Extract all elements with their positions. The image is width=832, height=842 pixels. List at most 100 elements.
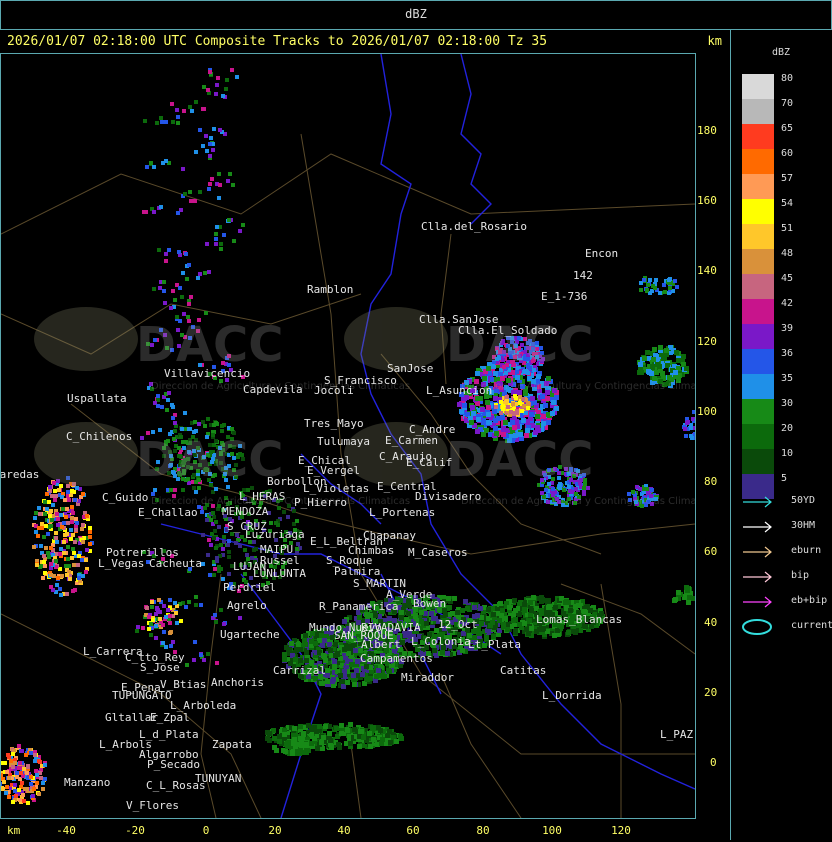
echo-cell bbox=[216, 76, 220, 80]
place-label: MENDOZA bbox=[222, 505, 269, 518]
echo-cell bbox=[65, 592, 69, 596]
echo-cell bbox=[43, 777, 47, 781]
echo-cell bbox=[446, 596, 451, 601]
echo-cell bbox=[70, 556, 74, 560]
echo-cell bbox=[328, 738, 333, 743]
echo-cell bbox=[47, 555, 51, 559]
echo-cell bbox=[152, 165, 156, 169]
echo-cell bbox=[371, 737, 376, 742]
echo-cell bbox=[11, 752, 15, 756]
echo-cell bbox=[217, 172, 221, 176]
echo-cell bbox=[183, 411, 187, 415]
echo-cell bbox=[207, 538, 211, 542]
echo-cell bbox=[214, 520, 218, 524]
echo-cell bbox=[686, 420, 690, 424]
echo-cell bbox=[54, 531, 58, 535]
x-tick-label: 100 bbox=[542, 824, 562, 837]
echo-cell bbox=[535, 414, 540, 419]
echo-cell bbox=[241, 223, 245, 227]
echo-cell bbox=[62, 521, 66, 525]
echo-cell bbox=[33, 516, 37, 520]
echo-cell bbox=[472, 605, 477, 610]
echo-cell bbox=[46, 551, 50, 555]
place-label: Zapata bbox=[212, 738, 252, 751]
echo-cell bbox=[554, 406, 559, 411]
echo-cell bbox=[272, 736, 277, 741]
echo-cell bbox=[171, 289, 175, 293]
echo-cell bbox=[73, 498, 77, 502]
echo-cell bbox=[194, 603, 198, 607]
echo-cell bbox=[658, 291, 662, 295]
place-label: Paredas bbox=[1, 468, 39, 481]
echo-cell bbox=[185, 277, 189, 281]
radar-map-panel[interactable]: DACC Direccion de Agricultura y Contingen… bbox=[0, 53, 696, 819]
radar-map[interactable]: DACC Direccion de Agricultura y Contingen… bbox=[1, 54, 695, 818]
place-label: Manzano bbox=[64, 776, 110, 789]
echo-cell bbox=[351, 673, 356, 678]
echo-cell bbox=[145, 165, 149, 169]
echo-cell bbox=[54, 494, 58, 498]
echo-cell bbox=[44, 524, 48, 528]
echo-cell bbox=[648, 278, 652, 282]
echo-cell bbox=[7, 776, 11, 780]
echo-cell bbox=[70, 516, 74, 520]
echo-cell bbox=[1, 782, 2, 786]
echo-cell bbox=[164, 159, 168, 163]
echo-cell bbox=[203, 424, 207, 428]
echo-cell bbox=[66, 557, 70, 561]
echo-cell bbox=[178, 286, 182, 290]
svg-text:Direccion de Agricultura y Con: Direccion de Agricultura y Contingencias… bbox=[461, 496, 695, 507]
echo-cell bbox=[213, 613, 217, 617]
echo-cell bbox=[61, 507, 65, 511]
echo-cell bbox=[170, 102, 174, 106]
echo-cell bbox=[49, 509, 53, 513]
echo-cell bbox=[585, 604, 590, 609]
echo-cell bbox=[168, 621, 172, 625]
echo-cell bbox=[545, 599, 550, 604]
echo-cell bbox=[562, 488, 566, 492]
echo-cell bbox=[141, 626, 145, 630]
echo-cell bbox=[431, 616, 436, 621]
echo-cell bbox=[684, 366, 689, 371]
scale-swatch bbox=[742, 424, 774, 449]
echo-cell bbox=[206, 417, 210, 421]
echo-cell bbox=[528, 600, 533, 605]
echo-cell bbox=[222, 622, 226, 626]
echo-cell bbox=[152, 287, 156, 291]
legend-label: eb+bip bbox=[791, 595, 828, 606]
echo-cell bbox=[166, 608, 170, 612]
echo-cell bbox=[345, 680, 350, 685]
echo-cell bbox=[352, 727, 357, 732]
echo-cell bbox=[193, 640, 197, 644]
echo-cell bbox=[39, 776, 43, 780]
echo-cell bbox=[301, 750, 306, 755]
echo-cell bbox=[221, 547, 225, 551]
y-tick-label: 0 bbox=[710, 756, 717, 769]
echo-cell bbox=[9, 759, 13, 763]
echo-cell bbox=[212, 573, 216, 577]
scale-swatch bbox=[742, 374, 774, 399]
echo-cell bbox=[492, 409, 497, 414]
echo-cell bbox=[204, 311, 208, 315]
echo-cell bbox=[34, 511, 38, 515]
echo-cell bbox=[225, 78, 229, 82]
scale-label: 36 bbox=[781, 348, 794, 359]
scale-label: 65 bbox=[781, 123, 794, 134]
echo-cell bbox=[215, 556, 219, 560]
place-label: E_Challao bbox=[138, 506, 198, 519]
echo-cell bbox=[208, 573, 212, 577]
echo-cell bbox=[164, 645, 168, 649]
echo-cell bbox=[6, 753, 10, 757]
echo-cell bbox=[144, 210, 148, 214]
echo-cell bbox=[277, 739, 282, 744]
echo-cell bbox=[32, 787, 36, 791]
echo-cell bbox=[274, 748, 279, 753]
echo-cell bbox=[554, 395, 559, 400]
echo-cell bbox=[26, 801, 30, 805]
echo-cell bbox=[471, 411, 476, 416]
echo-cell bbox=[175, 621, 179, 625]
echo-cell bbox=[553, 605, 558, 610]
echo-cell bbox=[686, 600, 691, 605]
echo-cell bbox=[493, 426, 498, 431]
scale-swatch bbox=[742, 124, 774, 149]
